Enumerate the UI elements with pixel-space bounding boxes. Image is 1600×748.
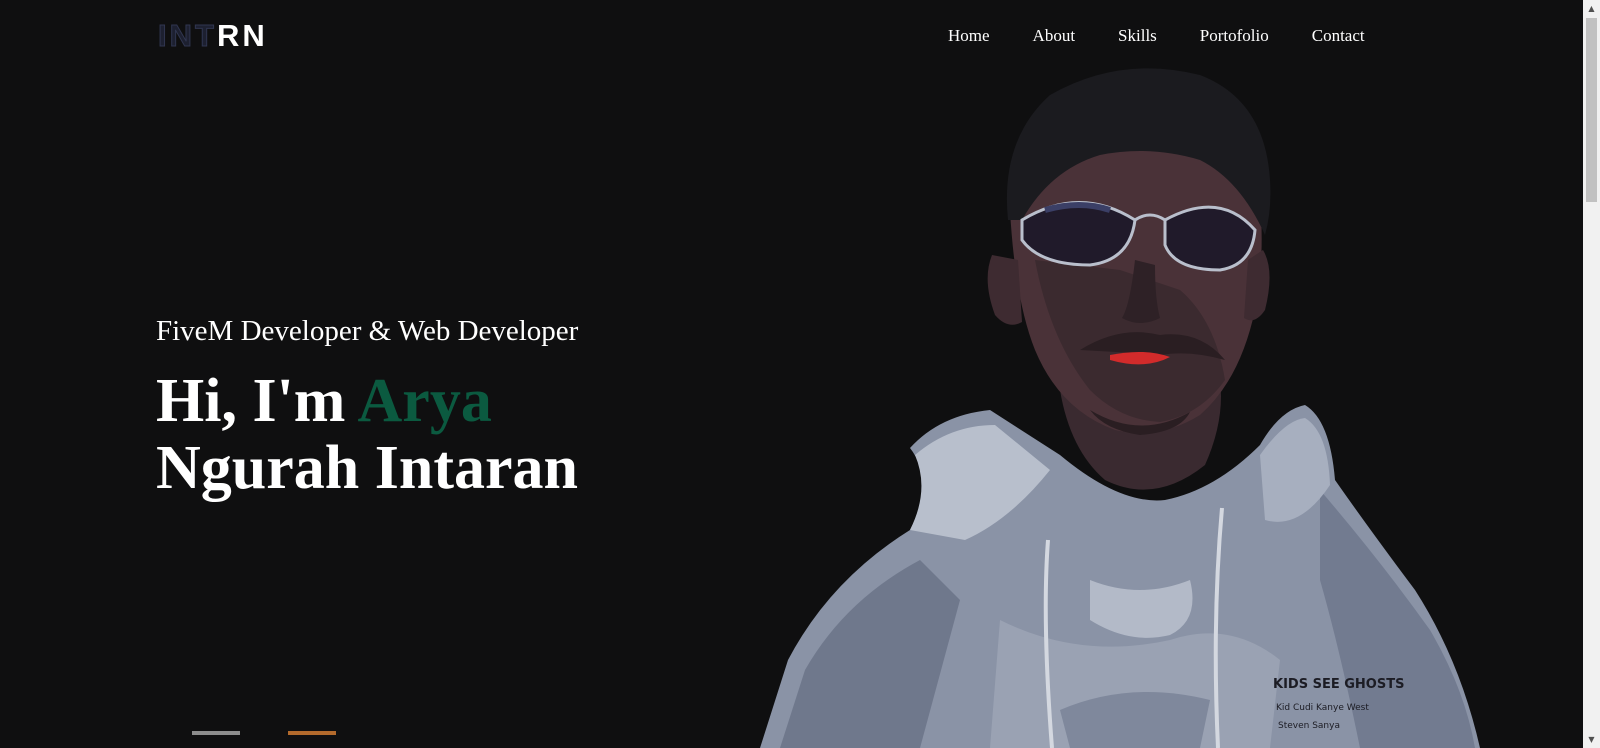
vertical-scrollbar[interactable]: ▲ ▼ — [1583, 0, 1600, 748]
hoodie-print-line-3: Steven Sanya — [1278, 721, 1340, 731]
hero-greeting: Hi, I'm — [156, 367, 358, 435]
hero-last-name: Ngurah Intaran — [156, 434, 579, 502]
scroll-down-arrow[interactable]: ▼ — [1583, 731, 1600, 748]
logo-dim-part: INT — [158, 18, 217, 53]
hero-title: Hi, I'm Arya Ngurah Intaran — [156, 368, 578, 502]
site-logo[interactable]: INTRN — [158, 18, 268, 53]
triangle-down-icon: ▼ — [1588, 735, 1595, 744]
nav-link-portfolio[interactable]: Portofolio — [1200, 25, 1269, 47]
scrollbar-thumb[interactable] — [1586, 18, 1597, 202]
hero-first-name: Arya — [357, 367, 492, 435]
bottom-peek-element — [192, 731, 240, 735]
nav-link-skills[interactable]: Skills — [1118, 25, 1157, 47]
triangle-up-icon: ▲ — [1588, 4, 1595, 13]
nav-link-about[interactable]: About — [1033, 25, 1076, 47]
bottom-peek-element-accent — [288, 731, 336, 735]
page-viewport: INTRN Home About Skills Portofolio Conta… — [0, 0, 1583, 748]
scroll-up-arrow[interactable]: ▲ — [1583, 0, 1600, 17]
nav-link-contact[interactable]: Contact — [1312, 25, 1365, 47]
nav-link-home[interactable]: Home — [948, 25, 990, 47]
main-nav: Home About Skills Portofolio Contact — [948, 25, 1365, 47]
hero-portrait-image: KIDS SEE GHOSTS Kid Cudi Kanye West Stev… — [760, 68, 1480, 748]
hero-subtitle: FiveM Developer & Web Developer — [156, 315, 579, 347]
logo-bright-part: RN — [216, 18, 268, 53]
hoodie-print-line-1: KIDS SEE GHOSTS — [1273, 677, 1404, 692]
hoodie-print-line-2: Kid Cudi Kanye West — [1276, 703, 1369, 713]
